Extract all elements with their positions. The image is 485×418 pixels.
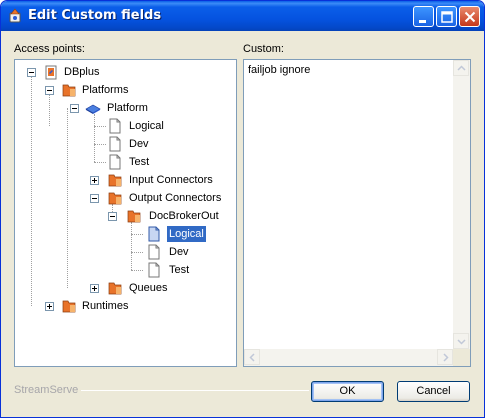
collapse-icon[interactable] [27, 68, 36, 77]
connector-icon [127, 210, 141, 223]
tree-item-label: Output Connectors [129, 192, 222, 204]
database-icon [45, 65, 57, 80]
folder-icon [108, 282, 122, 295]
custom-text: failjob ignore [248, 64, 311, 76]
dialog-window: Edit Custom fields Access points: Custom… [0, 0, 485, 418]
tree-item-input-connectors[interactable]: Input Connectors [15, 172, 235, 188]
tree-item-label: Platform [107, 102, 148, 114]
scroll-up-button[interactable] [453, 60, 469, 76]
tree-item-label: DocBrokerOut [149, 210, 219, 222]
tree-item-label: Input Connectors [129, 174, 213, 186]
expand-icon[interactable] [90, 284, 99, 293]
expand-icon[interactable] [90, 176, 99, 185]
cancel-button[interactable]: Cancel [397, 381, 470, 402]
custom-label: Custom: [243, 43, 284, 55]
ok-button[interactable]: OK [311, 381, 384, 402]
platform-icon [85, 104, 101, 114]
tree-item-platforms[interactable]: Platforms [15, 82, 235, 98]
tree-item-label: Test [129, 156, 150, 168]
tree-item-label: Queues [129, 282, 168, 294]
document-icon [148, 244, 160, 260]
brand-label: StreamServe [14, 384, 79, 396]
arrow-down-icon [457, 339, 466, 345]
document-icon [109, 154, 121, 170]
tree-item-output-connectors[interactable]: Output Connectors [15, 190, 235, 206]
tree-item-label: Logical [167, 226, 206, 242]
tree-item-label: Test [169, 264, 190, 276]
minimize-icon [419, 20, 426, 23]
arrow-up-icon [457, 65, 466, 71]
maximize-icon [441, 11, 453, 23]
arrow-right-icon [443, 353, 449, 362]
custom-textarea[interactable]: failjob ignore [243, 59, 471, 367]
tree-item-test[interactable]: Test [15, 154, 235, 170]
scroll-down-button[interactable] [453, 333, 469, 349]
tree-item-test[interactable]: Test [15, 262, 235, 278]
arrow-left-icon [249, 353, 255, 362]
collapse-icon[interactable] [108, 212, 117, 221]
tree-item-dev[interactable]: Dev [15, 136, 235, 152]
tree-item-docbrokerout[interactable]: DocBrokerOut [15, 208, 235, 224]
folder-icon [108, 192, 122, 205]
tree-item-platform[interactable]: Platform [15, 100, 235, 116]
horizontal-scrollbar[interactable] [244, 349, 453, 366]
tree-item-runtimes[interactable]: Runtimes [15, 298, 235, 314]
tree-item-label: Dev [129, 138, 149, 150]
scroll-right-button[interactable] [437, 349, 453, 365]
access-points-label: Access points: [14, 43, 85, 55]
tree-item-label: Runtimes [82, 300, 129, 312]
document-icon [148, 226, 160, 242]
app-icon [9, 8, 21, 23]
expand-icon[interactable] [45, 302, 54, 311]
tree-item-queues[interactable]: Queues [15, 280, 235, 296]
window-title: Edit Custom fields [28, 8, 162, 23]
folder-icon [108, 174, 122, 187]
document-icon [148, 262, 160, 278]
tree-item-label: Logical [129, 120, 164, 132]
vertical-scrollbar[interactable] [453, 60, 470, 349]
tree-item-logical[interactable]: Logical [15, 118, 235, 134]
document-icon [109, 118, 121, 134]
tree-item-label: Platforms [82, 84, 129, 96]
collapse-icon[interactable] [70, 104, 79, 113]
close-icon [464, 11, 476, 23]
footer-divider [81, 390, 309, 391]
collapse-icon[interactable] [90, 194, 99, 203]
close-button[interactable] [459, 6, 480, 27]
folder-icon [62, 84, 76, 97]
scrollbar-corner [453, 349, 470, 366]
tree-item-label: Dev [169, 246, 189, 258]
tree-item-logical-selected[interactable]: Logical [15, 226, 235, 242]
tree-item-dev[interactable]: Dev [15, 244, 235, 260]
access-points-tree[interactable]: DBplus Platforms Platform Logical Dev Te… [14, 59, 237, 367]
tree-item-dbplus[interactable]: DBplus [15, 64, 235, 80]
title-bar[interactable]: Edit Custom fields [1, 1, 484, 31]
document-icon [109, 136, 121, 152]
tree-item-label: DBplus [64, 66, 100, 78]
collapse-icon[interactable] [45, 86, 54, 95]
minimize-button[interactable] [413, 6, 434, 27]
maximize-button[interactable] [436, 6, 457, 27]
folder-icon [62, 300, 76, 313]
scroll-left-button[interactable] [244, 349, 260, 365]
